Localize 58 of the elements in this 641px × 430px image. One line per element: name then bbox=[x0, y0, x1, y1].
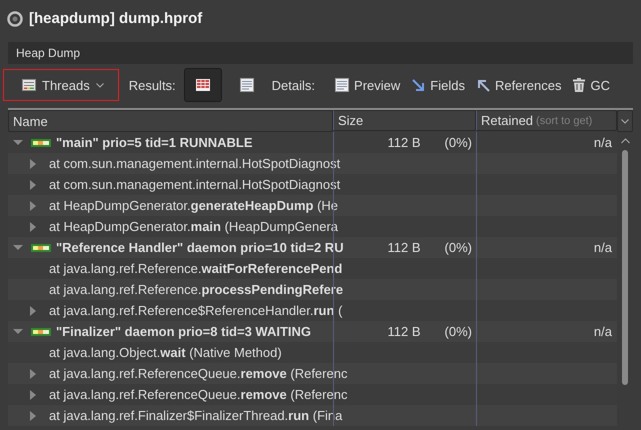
expand-arrow-icon[interactable] bbox=[28, 180, 36, 190]
table-icon bbox=[196, 79, 210, 91]
size-value: 112 B bbox=[388, 135, 421, 150]
thread-name[interactable]: "main" prio=5 tid=1 RUNNABLE bbox=[56, 135, 253, 150]
column-header[interactable]: Name bbox=[8, 110, 333, 132]
retained-value: n/a bbox=[594, 135, 612, 150]
size-percent: (0%) bbox=[444, 240, 472, 255]
breadcrumb-bar: Heap Dump bbox=[8, 42, 633, 64]
expand-arrow-icon[interactable] bbox=[28, 222, 36, 232]
stack-frame[interactable]: at com.sun.management.internal.HotSpotDiagnost bbox=[49, 177, 340, 192]
collapse-arrow-icon[interactable] bbox=[13, 138, 23, 148]
retained-value: n/a bbox=[594, 324, 612, 339]
window-title: [heapdump] dump.hprof bbox=[29, 10, 202, 27]
column-header[interactable]: Retained bbox=[481, 113, 534, 128]
expand-arrow-icon[interactable] bbox=[28, 368, 36, 378]
expand-arrow-icon[interactable] bbox=[28, 390, 36, 400]
document-icon bbox=[240, 78, 254, 92]
stack-frame[interactable]: at java.lang.Object.wait (Native Method) bbox=[49, 345, 282, 360]
scroll-up-icon[interactable] bbox=[620, 138, 630, 144]
size-percent: (0%) bbox=[444, 324, 472, 339]
thread-name[interactable]: "Reference Handler" daemon prio=10 tid=2 RU bbox=[56, 240, 344, 255]
collapse-arrow-icon[interactable] bbox=[13, 326, 23, 336]
thread-name[interactable]: "Finalizer" daemon prio=8 tid=3 WAITING bbox=[56, 324, 312, 339]
thread-icon bbox=[31, 138, 51, 146]
app-icon bbox=[7, 10, 23, 26]
details-label: Details: bbox=[272, 78, 316, 92]
threads-icon bbox=[22, 79, 36, 91]
retained-value: n/a bbox=[594, 240, 612, 255]
expand-arrow-icon[interactable] bbox=[28, 306, 36, 316]
trash-icon bbox=[573, 78, 586, 92]
stack-frame[interactable]: at java.lang.ref.ReferenceQueue.remove (Referenc bbox=[49, 387, 348, 402]
expand-arrow-icon[interactable] bbox=[28, 410, 36, 420]
size-value: 112 B bbox=[388, 324, 421, 339]
fields-button[interactable]: Fields bbox=[412, 78, 465, 92]
arrow-up-left-icon bbox=[476, 78, 490, 92]
collapse-arrow-icon[interactable] bbox=[13, 242, 23, 252]
caret-icon bbox=[621, 118, 629, 124]
expand-arrow-icon[interactable] bbox=[28, 158, 36, 168]
size-percent: (0%) bbox=[444, 135, 472, 150]
preview-button[interactable]: Preview bbox=[335, 78, 400, 92]
table-view-button[interactable] bbox=[184, 68, 222, 102]
size-value: 112 B bbox=[388, 240, 421, 255]
view-dropdown[interactable]: Threads bbox=[3, 69, 119, 101]
thread-icon bbox=[31, 244, 51, 252]
column-menu-button[interactable] bbox=[617, 110, 633, 132]
stack-frame[interactable]: at java.lang.ref.Reference.waitForReferencePend bbox=[49, 261, 342, 276]
references-button[interactable]: References bbox=[476, 78, 562, 92]
column-header[interactable]: Size bbox=[333, 110, 476, 131]
stack-frame[interactable]: at HeapDumpGenerator.main (HeapDumpGenera bbox=[49, 219, 338, 234]
stack-frame[interactable]: at java.lang.ref.Reference$ReferenceHandler.run ( bbox=[49, 303, 342, 318]
sort-hint: (sort to get) bbox=[536, 114, 592, 126]
results-label: Results: bbox=[128, 78, 176, 92]
document-icon bbox=[335, 78, 350, 92]
thread-icon bbox=[31, 328, 51, 336]
gc-button[interactable]: GC bbox=[573, 78, 610, 92]
arrow-down-right-icon bbox=[412, 78, 426, 92]
expand-arrow-icon[interactable] bbox=[28, 200, 36, 210]
caret-icon bbox=[96, 82, 104, 88]
